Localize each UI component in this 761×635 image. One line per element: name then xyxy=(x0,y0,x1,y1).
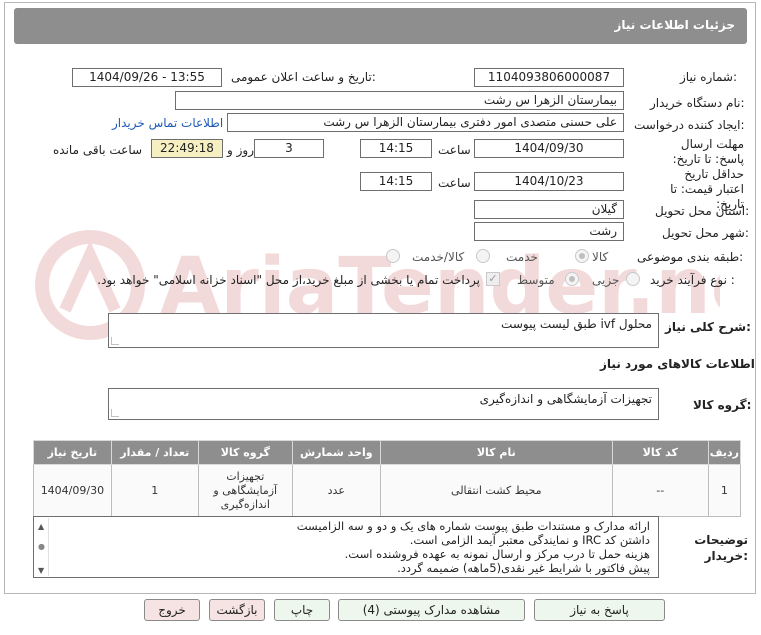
col-unit: واحد شمارش xyxy=(291,440,381,465)
days-field: 3 xyxy=(254,139,324,158)
process-label: نوع فرآیند خرید : xyxy=(650,273,735,287)
category-both-label: کالا/خدمت xyxy=(412,250,465,264)
summary-label: شرح کلی نیاز: xyxy=(665,320,751,334)
send-time-field: 14:15 xyxy=(360,139,432,158)
buyer-org-label: نام دستگاه خریدار: xyxy=(650,96,745,110)
col-date: تاریخ نیاز xyxy=(33,440,112,465)
buyer-contact-link[interactable]: اطلاعات تماس خریدار xyxy=(112,116,223,130)
need-number-label: شماره نیاز: xyxy=(680,70,738,84)
process-minor-radio[interactable] xyxy=(626,272,640,286)
notes-scrollbar[interactable]: ▲ ● ▼ xyxy=(35,518,49,576)
days-label: روز و xyxy=(227,143,254,157)
send-date-field: 1404/09/30 xyxy=(474,139,624,158)
category-service-label: خدمت xyxy=(506,250,538,264)
process-medium-label: متوسط xyxy=(517,273,555,287)
send-deadline-label: مهلت ارسال پاسخ: تا تاریخ: xyxy=(672,137,744,166)
send-time-label: ساعت xyxy=(438,143,471,157)
province-field: گیلان xyxy=(474,200,624,219)
announce-label: تاریخ و ساعت اعلان عمومی: xyxy=(231,70,376,84)
resize-grip-icon[interactable] xyxy=(111,337,119,345)
scroll-up-icon[interactable]: ▲ xyxy=(38,520,44,534)
attachments-button[interactable]: مشاهده مدارک پیوستی (4) xyxy=(338,599,525,621)
validity-date-field: 1404/10/23 xyxy=(474,172,624,191)
back-button[interactable]: بازگشت xyxy=(209,599,265,621)
col-code: کد کالا xyxy=(611,440,709,465)
cell-name: محیط کشت انتقالی xyxy=(379,464,613,517)
city-label: شهر محل تحویل: xyxy=(662,226,749,240)
remaining-time-field: 22:49:18 xyxy=(151,139,223,158)
col-group: گروه کالا xyxy=(197,440,293,465)
category-goods-radio[interactable] xyxy=(575,249,589,263)
validity-time-field: 14:15 xyxy=(360,172,432,191)
province-label: استان محل تحویل: xyxy=(655,204,750,218)
cell-group: تجهیزات آزمایشگاهی و اندازه‌گیری xyxy=(197,464,293,517)
table-row: 1 -- محیط کشت انتقالی عدد تجهیزات آزمایش… xyxy=(33,464,742,517)
category-service-radio[interactable] xyxy=(476,249,490,263)
category-both-radio[interactable] xyxy=(386,249,400,263)
goods-group-text: تجهیزات آزمایشگاهی و اندازه‌گیری xyxy=(479,392,652,406)
city-field: رشت xyxy=(474,222,624,241)
notes-line: هزینه حمل تا درب مرکز و ارسال نمونه به ع… xyxy=(344,547,650,561)
remaining-label: ساعت باقی مانده xyxy=(53,143,143,157)
cell-date: 1404/09/30 xyxy=(33,464,112,517)
goods-group-field: تجهیزات آزمایشگاهی و اندازه‌گیری xyxy=(108,388,659,420)
cell-code: -- xyxy=(611,464,709,517)
page-header: جزئیات اطلاعات نیاز xyxy=(14,8,747,44)
treasury-checkbox[interactable]: ✓ xyxy=(486,272,500,286)
print-button[interactable]: چاپ xyxy=(274,599,330,621)
requester-label: ایجاد کننده درخواست: xyxy=(634,118,745,132)
scroll-down-icon[interactable]: ▼ xyxy=(38,564,44,577)
cell-qty: 1 xyxy=(110,464,199,517)
cell-row: 1 xyxy=(707,464,742,517)
process-medium-radio[interactable] xyxy=(565,272,579,286)
cell-unit: عدد xyxy=(291,464,381,517)
payment-note: پرداخت تمام یا بخشی از مبلغ خرید،از محل … xyxy=(97,273,480,287)
requester-field: علی حسنی متصدی امور دفتری بیمارستان الزه… xyxy=(227,113,624,132)
notes-line: ارائه مدارک و مستندات طبق پیوست شماره ها… xyxy=(296,519,650,533)
table-header-row: ردیف کد کالا نام کالا واحد شمارش گروه کا… xyxy=(33,440,742,465)
goods-section-title: اطلاعات کالاهای مورد نیاز xyxy=(600,357,755,371)
category-goods-label: کالا xyxy=(592,250,609,264)
col-row: ردیف xyxy=(707,440,742,465)
validity-time-label: ساعت xyxy=(438,176,471,190)
summary-field: محلول ivf طبق لیست پیوست xyxy=(108,313,659,348)
announce-field: 1404/09/26 - 13:55 xyxy=(72,68,222,87)
notes-line: پیش فاکتور با شرایط غیر نقدی(5ماهه) ضمیم… xyxy=(397,561,650,575)
goods-table: ردیف کد کالا نام کالا واحد شمارش گروه کا… xyxy=(33,440,742,517)
notes-line: داشتن کد IRC و نمایندگی معتبر آیمد الزام… xyxy=(409,533,650,547)
col-qty: تعداد / مقدار xyxy=(110,440,199,465)
col-name: نام کالا xyxy=(379,440,613,465)
exit-button[interactable]: خروج xyxy=(144,599,200,621)
scroll-thumb-icon[interactable]: ● xyxy=(38,540,45,554)
need-number-field: 1104093806000087 xyxy=(474,68,624,87)
notes-field: ارائه مدارک و مستندات طبق پیوست شماره ها… xyxy=(33,516,659,578)
goods-group-label: گروه کالا: xyxy=(693,398,752,412)
summary-text: محلول ivf طبق لیست پیوست xyxy=(501,317,652,331)
buyer-org-field: بیمارستان الزهرا س رشت xyxy=(175,91,624,110)
page-title: جزئیات اطلاعات نیاز xyxy=(614,18,735,32)
notes-label: توضیحات خریدار: xyxy=(694,533,748,563)
resize-grip-icon[interactable] xyxy=(111,409,119,417)
process-minor-label: جزیی xyxy=(592,273,620,287)
category-label: طبقه بندی موضوعی: xyxy=(637,250,744,264)
reply-button[interactable]: پاسخ به نیاز xyxy=(534,599,665,621)
